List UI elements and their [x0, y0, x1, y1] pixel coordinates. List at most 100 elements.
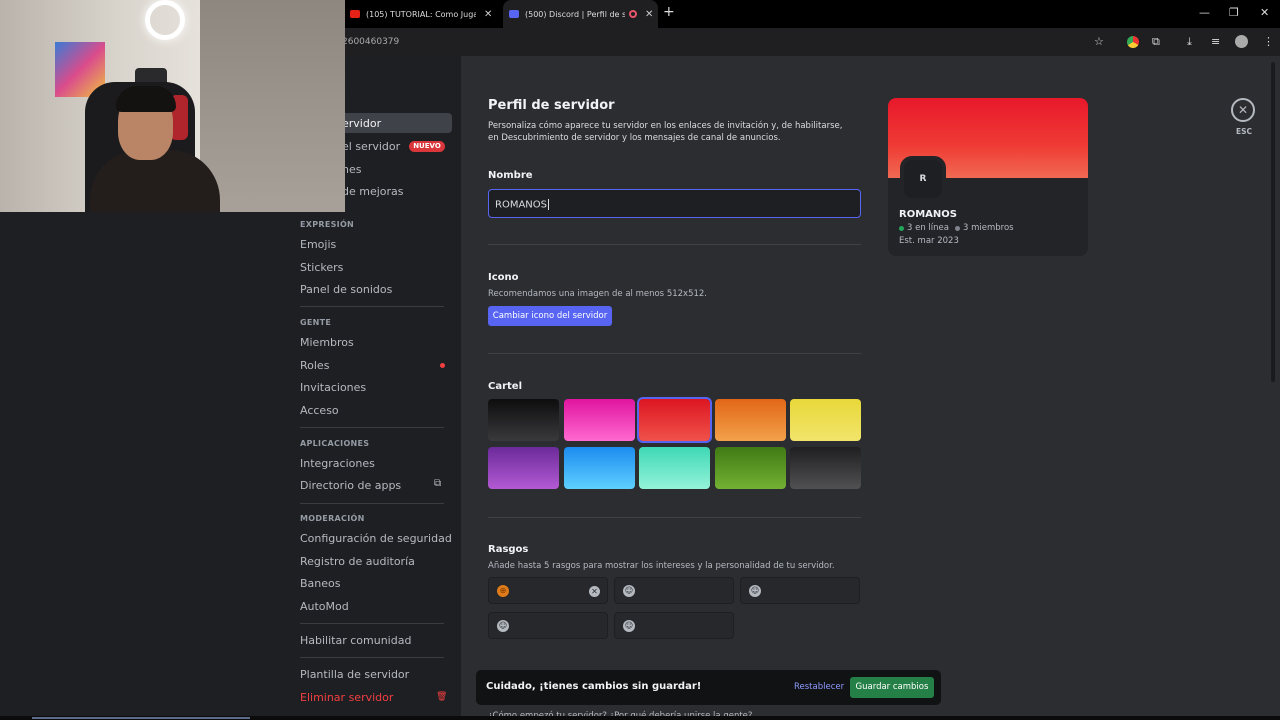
sidebar-item-safety[interactable]: Configuración de seguridad — [300, 532, 452, 545]
sidebar-item-overview[interactable]: ervidor — [342, 117, 381, 130]
remove-trait-icon[interactable]: ✕ — [589, 586, 600, 597]
divider — [300, 427, 444, 428]
preview-server-name: ROMANOS — [899, 209, 957, 220]
server-preview-card: R ROMANOS 3 en línea 3 miembros Est. mar… — [888, 98, 1088, 256]
sidebar-item-soundboard[interactable]: Panel de sonidos — [300, 283, 392, 296]
sidebar-item-server-profile[interactable]: el servidor — [342, 140, 400, 153]
server-name-value[interactable]: ROMANOS — [495, 200, 547, 211]
tab-title: (500) Discord | Perfil de serv — [525, 9, 625, 19]
media-icon[interactable]: ≡ — [1211, 35, 1220, 48]
tab-discord[interactable]: (500) Discord | Perfil de serv ✕ — [503, 0, 658, 28]
chrome-icon[interactable] — [1127, 36, 1139, 48]
banner-swatch-pink[interactable] — [564, 399, 635, 441]
scrollbar[interactable] — [1271, 62, 1275, 382]
reset-button[interactable]: Restablecer — [794, 682, 844, 692]
banner-swatch-red[interactable] — [637, 397, 712, 443]
sidebar-item-stickers[interactable]: Stickers — [300, 261, 343, 274]
sidebar-item-members[interactable]: Miembros — [300, 336, 354, 349]
person-hair — [116, 86, 176, 112]
banner-swatch-blue[interactable] — [564, 447, 635, 489]
taskbar-edge — [0, 716, 1280, 720]
preview-stats: 3 en línea 3 miembros — [899, 223, 1014, 233]
divider — [300, 306, 444, 307]
unsaved-message: Cuidado, ¡tienes cambios sin guardar! — [486, 681, 702, 692]
sidebar-item-app-directory[interactable]: Directorio de apps — [300, 479, 401, 492]
trait-slot-1[interactable]: ⊕ ✕ — [488, 577, 608, 604]
tab-close-icon[interactable]: ✕ — [484, 9, 492, 20]
restore-icon[interactable]: ❐ — [1229, 6, 1239, 19]
traits-hint: Añade hasta 5 rasgos para mostrar los in… — [488, 561, 835, 571]
sidebar-item-integrations[interactable]: Integraciones — [300, 457, 375, 470]
online-dot — [899, 225, 904, 231]
banner-swatch-black[interactable] — [488, 399, 559, 441]
discord-icon — [509, 10, 519, 18]
extensions-icon[interactable]: ⧉ — [1152, 35, 1160, 49]
url-text[interactable]: 2600460379 — [342, 37, 399, 47]
divider — [488, 244, 861, 245]
download-icon[interactable]: ⤓ — [1187, 35, 1192, 49]
minimize-icon[interactable]: — — [1199, 6, 1210, 19]
sidebar-item-access[interactable]: Acceso — [300, 404, 339, 417]
banner-swatch-grey[interactable] — [790, 447, 861, 489]
sidebar-item-bans[interactable]: Baneos — [300, 577, 341, 590]
change-icon-button[interactable]: Cambiar icono del servidor — [488, 306, 612, 326]
trash-icon: 🗑 — [436, 692, 448, 702]
section-heading-apps: APLICACIONES — [300, 439, 370, 448]
sidebar-item-boosts[interactable]: de mejoras — [342, 185, 404, 198]
sidebar-item-template[interactable]: Plantilla de servidor — [300, 668, 409, 681]
new-tab-button[interactable]: + — [663, 4, 675, 20]
profile-avatar[interactable] — [1235, 35, 1248, 48]
sidebar-item-audit-log[interactable]: Registro de auditoría — [300, 555, 415, 568]
section-heading-moderation: MODERACIÓN — [300, 514, 365, 523]
text-caret — [548, 199, 549, 210]
sidebar-item-automod[interactable]: AutoMod — [300, 600, 349, 613]
divider — [488, 517, 861, 518]
section-heading-expression: EXPRESIÓN — [300, 220, 355, 229]
star-icon[interactable]: ☆ — [1094, 35, 1104, 48]
sidebar-item-delete-server[interactable]: Eliminar servidor — [300, 691, 393, 704]
external-link-icon: ⧉ — [434, 478, 442, 489]
online-count: 3 en línea — [907, 223, 949, 233]
ring-light — [145, 0, 185, 40]
established-date: Est. mar 2023 — [899, 236, 959, 246]
banner-swatch-mint[interactable] — [639, 447, 710, 489]
sidebar-item-invites[interactable]: Invitaciones — [300, 381, 366, 394]
tab-title: (105) TUTORIAL: Como Jugar G — [366, 9, 476, 19]
youtube-icon — [350, 10, 360, 18]
sidebar-item-roles[interactable]: Roles — [300, 359, 329, 372]
menu-icon[interactable]: ⋮ — [1263, 35, 1274, 48]
banner-swatch-yellow[interactable] — [790, 399, 861, 441]
close-settings-icon[interactable]: ✕ — [1231, 98, 1255, 122]
trait-slot-5[interactable]: ☺ — [614, 612, 734, 639]
tab-close-icon[interactable]: ✕ — [645, 9, 653, 20]
new-badge: NUEVO — [409, 141, 445, 152]
emoji-icon: ☺ — [497, 620, 509, 632]
esc-label: ESC — [1236, 127, 1253, 136]
tab-youtube[interactable]: (105) TUTORIAL: Como Jugar G ✕ — [345, 0, 500, 28]
icon-label: Icono — [488, 272, 519, 283]
webcam-doorway — [200, 0, 345, 212]
webcam-overlay — [0, 0, 345, 212]
banner-swatch-purple[interactable] — [488, 447, 559, 489]
emoji-icon: ☺ — [749, 585, 761, 597]
trait-slot-4[interactable]: ☺ — [488, 612, 608, 639]
divider — [488, 353, 861, 354]
sidebar-item-emojis[interactable]: Emojis — [300, 238, 336, 251]
banner-swatch-green[interactable] — [715, 447, 786, 489]
window-close-icon[interactable]: ✕ — [1260, 6, 1269, 19]
save-changes-button[interactable]: Guardar cambios — [850, 677, 934, 698]
server-name-input[interactable]: ROMANOS — [488, 189, 861, 218]
emoji-icon: ☺ — [623, 585, 635, 597]
screen: (105) TUTORIAL: Como Jugar G ✕ (500) Dis… — [0, 0, 1280, 720]
page-title: Perfil de servidor — [488, 98, 615, 113]
trait-slot-3[interactable]: ☺ — [740, 577, 860, 604]
sidebar-item-enable-community[interactable]: Habilitar comunidad — [300, 634, 411, 647]
section-heading-people: GENTE — [300, 318, 332, 327]
banner-swatch-orange[interactable] — [715, 399, 786, 441]
banner-label: Cartel — [488, 381, 523, 392]
traits-label: Rasgos — [488, 544, 529, 555]
trait-slot-2[interactable]: ☺ — [614, 577, 734, 604]
server-icon: R — [900, 156, 946, 202]
notification-dot — [440, 363, 445, 368]
member-count: 3 miembros — [962, 223, 1014, 233]
